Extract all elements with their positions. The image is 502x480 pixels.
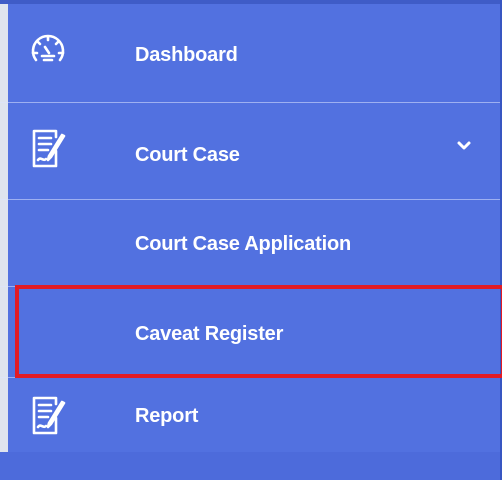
sidebar-menu: Dashboard Court Case Court Case Applicat… xyxy=(0,0,502,480)
sidebar-item-dashboard[interactable]: Dashboard xyxy=(0,4,502,102)
submenu-item-court-case-application[interactable]: Court Case Application xyxy=(0,200,502,286)
document-edit-icon xyxy=(26,393,70,437)
bottom-strip xyxy=(0,452,502,480)
sidebar-item-court-case[interactable]: Court Case xyxy=(0,103,502,199)
chevron-down-icon[interactable] xyxy=(453,135,475,157)
sidebar-item-report[interactable]: Report xyxy=(0,378,502,452)
document-edit-icon xyxy=(26,126,70,170)
submenu-item-label: Caveat Register xyxy=(135,323,284,345)
sidebar-item-label: Report xyxy=(135,405,199,427)
submenu-item-label: Court Case Application xyxy=(135,233,351,255)
sidebar-item-label: Dashboard xyxy=(135,44,238,66)
submenu-item-caveat-register[interactable]: Caveat Register xyxy=(0,287,502,378)
sidebar-item-label: Court Case xyxy=(135,144,240,166)
speedometer-icon xyxy=(26,26,70,70)
